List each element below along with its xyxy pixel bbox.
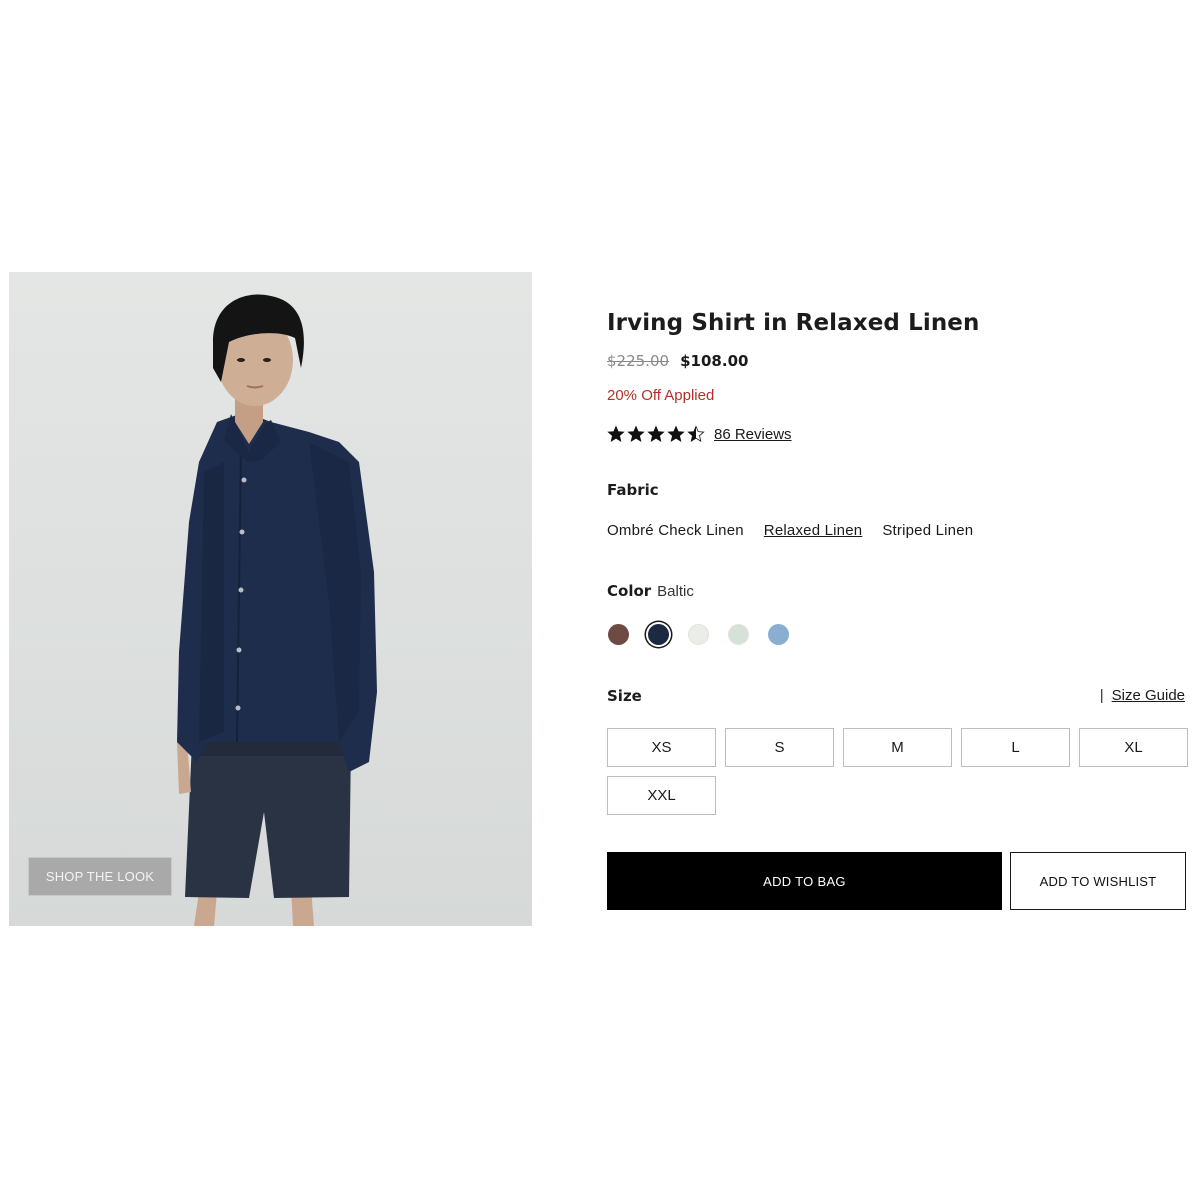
- add-to-bag-button[interactable]: ADD TO BAG: [607, 852, 1002, 910]
- color-swatches: [608, 624, 789, 645]
- size-guide-separator: |: [1099, 687, 1104, 704]
- fabric-option[interactable]: Relaxed Linen: [764, 522, 863, 539]
- rating-row: 86 Reviews: [607, 425, 792, 443]
- fabric-option[interactable]: Ombré Check Linen: [607, 522, 744, 539]
- size-option[interactable]: XL: [1079, 728, 1188, 767]
- star-full-icon: [627, 425, 645, 442]
- color-swatch[interactable]: [688, 624, 709, 645]
- fabric-label: Fabric: [607, 481, 659, 499]
- star-full-icon: [607, 425, 625, 442]
- reviews-link[interactable]: 86 Reviews: [714, 426, 792, 443]
- size-option[interactable]: M: [843, 728, 952, 767]
- fabric-options: Ombré Check Linen Relaxed Linen Striped Li…: [607, 522, 993, 539]
- size-guide-link[interactable]: Size Guide: [1112, 687, 1185, 704]
- product-title: Irving Shirt in Relaxed Linen: [607, 310, 980, 336]
- sale-price: $108.00: [680, 352, 749, 370]
- star-full-icon: [667, 425, 685, 442]
- size-label: Size: [607, 687, 642, 705]
- fabric-option[interactable]: Striped Linen: [882, 522, 973, 539]
- price-row: $225.00 $108.00: [607, 351, 748, 370]
- color-swatch[interactable]: [728, 624, 749, 645]
- model-illustration: [177, 294, 377, 926]
- color-label-row: Color Baltic: [607, 582, 694, 600]
- product-image[interactable]: SHOP THE LOOK: [9, 272, 532, 926]
- size-option[interactable]: S: [725, 728, 834, 767]
- original-price: $225.00: [607, 352, 670, 370]
- star-half-icon: [687, 425, 705, 442]
- shop-the-look-button[interactable]: SHOP THE LOOK: [28, 857, 172, 896]
- selected-color-name: Baltic: [657, 583, 694, 600]
- star-rating: [607, 425, 705, 443]
- size-option[interactable]: XS: [607, 728, 716, 767]
- color-swatch[interactable]: [608, 624, 629, 645]
- size-option[interactable]: XXL: [607, 776, 716, 815]
- color-swatch[interactable]: [768, 624, 789, 645]
- star-full-icon: [647, 425, 665, 442]
- discount-label: 20% Off Applied: [607, 387, 715, 404]
- add-to-wishlist-button[interactable]: ADD TO WISHLIST: [1010, 852, 1186, 910]
- size-guide: | Size Guide: [1100, 687, 1185, 704]
- color-swatch[interactable]: [648, 624, 669, 645]
- size-option[interactable]: L: [961, 728, 1070, 767]
- color-label: Color: [607, 582, 652, 600]
